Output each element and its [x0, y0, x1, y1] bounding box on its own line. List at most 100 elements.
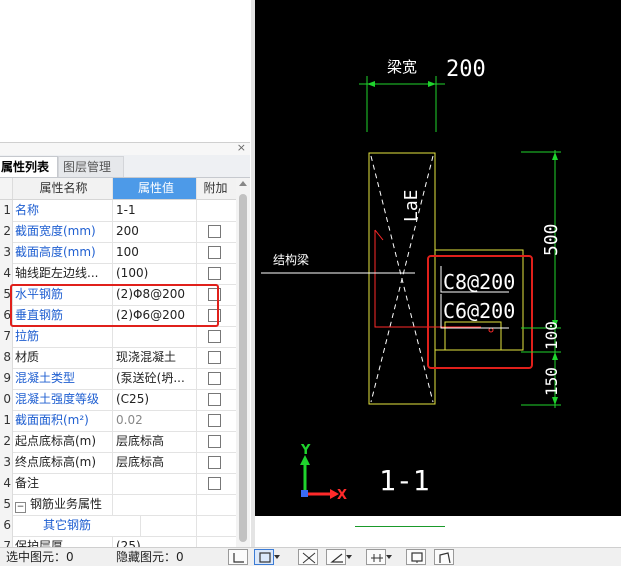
property-table: 属性名称 属性值 附加 1 名称 1-1 2 截面宽度(mm) 200 3 截面高度(mm) 1…	[0, 178, 236, 547]
cad-dim-100: 100	[542, 321, 561, 350]
angle-snap-button[interactable]	[326, 549, 352, 565]
collapse-icon[interactable]: −	[15, 502, 26, 513]
dimension-icon	[371, 554, 383, 562]
property-add-cell	[195, 410, 236, 431]
chevron-down-icon[interactable]	[346, 555, 352, 559]
monitor-icon	[411, 552, 423, 563]
property-name: 轴线距左边线...	[13, 263, 113, 284]
properties-pane: × 属性列表 图层管理 属性名称 属性值 附加 1 名称 1-1 2 截面宽度(mm) 2…	[0, 0, 252, 547]
view-toggle-button[interactable]	[434, 549, 454, 565]
row-number: 9	[0, 368, 13, 389]
table-row[interactable]: 4 备注	[0, 473, 236, 495]
row-number: 2	[0, 221, 13, 242]
table-row[interactable]: 9 混凝土类型 (泵送砼(坍...	[0, 368, 236, 390]
table-row[interactable]: 1 名称 1-1	[0, 200, 236, 222]
property-value[interactable]	[113, 326, 197, 347]
property-value[interactable]	[113, 473, 197, 494]
property-value[interactable]: 层底标高	[113, 452, 197, 473]
property-add-cell	[195, 347, 236, 368]
add-checkbox[interactable]	[208, 225, 221, 238]
dimension-snap-button[interactable]	[366, 549, 392, 565]
property-value[interactable]: 100	[113, 242, 197, 263]
pane-blank-area	[0, 0, 250, 142]
add-checkbox[interactable]	[208, 372, 221, 385]
status-bar: 选中图元：0 隐藏图元：0	[0, 547, 621, 566]
cross-snap-button[interactable]	[298, 549, 318, 565]
snap-toggle-button[interactable]	[254, 549, 280, 565]
property-value[interactable]: 200	[113, 221, 197, 242]
property-value[interactable]: 1-1	[113, 200, 197, 221]
tab-layer-management[interactable]: 图层管理	[58, 156, 124, 177]
property-name: − 钢筋业务属性	[13, 494, 113, 515]
cad-label-width: 梁宽	[387, 58, 417, 76]
vertical-scrollbar[interactable]	[236, 178, 250, 547]
chevron-down-icon[interactable]	[274, 555, 280, 559]
property-name: 截面宽度(mm)	[13, 221, 113, 242]
property-add-cell	[195, 368, 236, 389]
tab-property-list[interactable]: 属性列表	[0, 156, 58, 177]
row-number: 5	[0, 494, 13, 515]
property-add-cell	[195, 263, 236, 284]
panel-tabs: 属性列表 图层管理	[0, 155, 250, 178]
cad-label-lae: LaE	[401, 189, 422, 222]
property-name: 截面面积(m²)	[13, 410, 113, 431]
display-toggle-button[interactable]	[406, 549, 426, 565]
add-checkbox[interactable]	[208, 330, 221, 343]
property-value[interactable]	[113, 494, 197, 515]
property-value[interactable]: (泵送砼(坍...	[113, 368, 197, 389]
cad-label-beam: 结构梁	[273, 252, 309, 267]
property-value[interactable]: 现浇混凝土	[113, 347, 197, 368]
property-name: 保护层厚...	[13, 536, 113, 547]
property-name: 材质	[13, 347, 113, 368]
cad-viewport[interactable]: 梁宽 200 LaE 结构梁 C8@200 C6@200 500 100 150…	[255, 0, 621, 547]
add-checkbox[interactable]	[208, 414, 221, 427]
property-value[interactable]: (25)	[113, 536, 197, 547]
add-checkbox[interactable]	[208, 456, 221, 469]
property-add-cell	[195, 221, 236, 242]
table-row[interactable]: 6 其它钢筋	[0, 515, 236, 537]
table-row[interactable]: 1 截面面积(m²) 0.02	[0, 410, 236, 432]
property-name: 终点底标高(m)	[13, 452, 113, 473]
add-checkbox[interactable]	[208, 477, 221, 490]
group-label: 钢筋业务属性	[30, 497, 103, 511]
ortho-toggle-button[interactable]	[228, 549, 248, 565]
property-value[interactable]: 层底标高	[113, 431, 197, 452]
header-add: 附加	[203, 181, 228, 195]
table-row[interactable]: 0 混凝土强度等级 (C25)	[0, 389, 236, 411]
close-icon[interactable]: ×	[237, 141, 246, 155]
property-value[interactable]	[113, 515, 197, 536]
scroll-thumb[interactable]	[239, 194, 247, 542]
property-add-cell	[195, 515, 236, 536]
chevron-down-icon[interactable]	[386, 555, 392, 559]
add-checkbox[interactable]	[208, 351, 221, 364]
ucs-axis-icon: Y X	[300, 443, 347, 503]
property-value[interactable]: (100)	[113, 263, 197, 284]
snap-icon	[259, 552, 271, 563]
property-value[interactable]: (C25)	[113, 389, 197, 410]
add-checkbox[interactable]	[208, 435, 221, 448]
table-row[interactable]: 8 材质 现浇混凝土	[0, 347, 236, 369]
add-checkbox[interactable]	[208, 246, 221, 259]
table-row[interactable]: 3 截面高度(mm) 100	[0, 242, 236, 264]
add-checkbox[interactable]	[208, 267, 221, 280]
property-value[interactable]: 0.02	[113, 410, 197, 431]
cad-rebar-2: C6@200	[443, 299, 515, 323]
table-row[interactable]: 3 终点底标高(m) 层底标高	[0, 452, 236, 474]
row-number: 1	[0, 200, 13, 221]
table-row[interactable]: 7 保护层厚... (25)	[0, 536, 236, 547]
row-number: 0	[0, 389, 13, 410]
scroll-up-icon[interactable]	[239, 181, 247, 186]
table-row[interactable]: 2 起点底标高(m) 层底标高	[0, 431, 236, 453]
row-number: 3	[0, 242, 13, 263]
property-name: 起点底标高(m)	[13, 431, 113, 452]
property-name: 拉筋	[13, 326, 113, 347]
table-row[interactable]: 7 拉筋	[0, 326, 236, 348]
add-checkbox[interactable]	[208, 393, 221, 406]
table-row[interactable]: 5− 钢筋业务属性	[0, 494, 236, 516]
table-row[interactable]: 4 轴线距左边线... (100)	[0, 263, 236, 285]
table-row[interactable]: 2 截面宽度(mm) 200	[0, 221, 236, 243]
cad-dim-width: 200	[446, 57, 486, 82]
property-add-cell	[195, 326, 236, 347]
status-selected-count: 选中图元：0	[6, 550, 74, 564]
row-number: 4	[0, 263, 13, 284]
